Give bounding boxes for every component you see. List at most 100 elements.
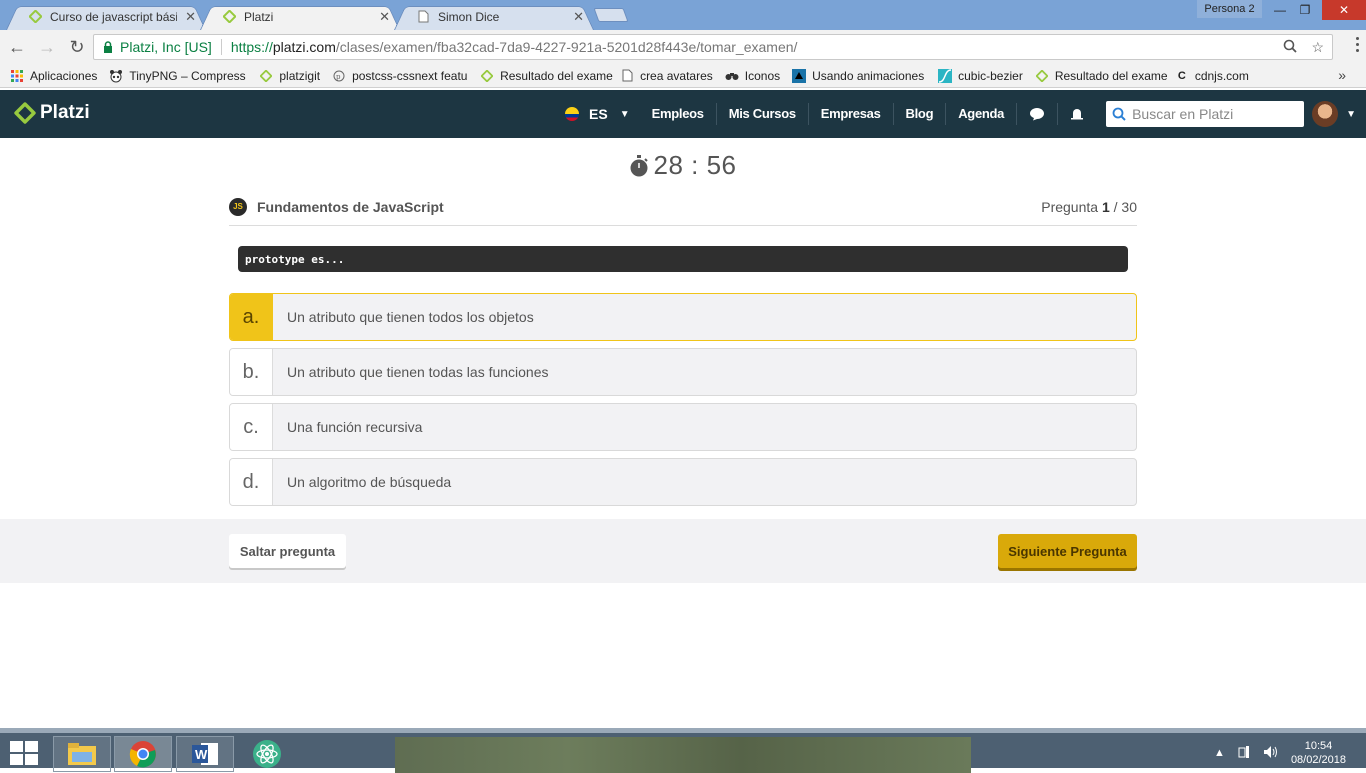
nav-empresas[interactable]: Empresas [809,103,894,125]
next-question-button[interactable]: Siguiente Pregunta [998,534,1137,568]
word-icon[interactable]: W [176,736,234,772]
nav-blog[interactable]: Blog [894,103,947,125]
apps-grid-icon [10,69,24,83]
bookmark-label: crea avatares [640,68,713,83]
platzi-icon [28,10,42,24]
chat-bubble-icon[interactable] [1017,103,1059,125]
timer-value: 28 : 56 [653,150,737,180]
lock-icon [100,41,116,53]
system-tray: ▲ 10:54 08/02/2018 [1214,737,1346,769]
language-selector[interactable]: ES ▼ [565,106,630,122]
bookmark-usando-animaciones[interactable]: Usando animaciones [786,64,932,88]
close-icon[interactable]: ✕ [573,9,584,25]
exam-panel: JS Fundamentos de JavaScript Pregunta 1 … [229,196,1137,513]
option-letter: a. [230,294,273,340]
chevron-down-icon[interactable]: ▼ [1346,109,1356,120]
question-code: prototype es... [238,246,1128,272]
bookmark-label: TinyPNG – Compress [129,68,246,83]
answer-option-a[interactable]: a. Un atributo que tienen todos los obje… [229,293,1137,341]
bookmark-postcss[interactable]: p postcss-cssnext featu [326,64,474,88]
volume-icon[interactable] [1263,745,1279,762]
bookmarks-bar: Aplicaciones TinyPNG – Compress platzigi… [0,64,1366,88]
bookmark-label: platzigit [279,68,321,83]
colombia-flag-icon [565,107,580,121]
more-bookmarks-icon[interactable]: » [1338,67,1346,83]
answer-option-c[interactable]: c. Una función recursiva [229,403,1137,451]
tab-platzi[interactable]: Platzi ✕ [200,3,400,31]
windows-start-icon[interactable] [10,741,38,765]
url-scheme: https:// [230,39,273,55]
site-header: Platzi ES ▼ Empleos Mis Cursos Empresas … [0,90,1366,138]
stopwatch-icon [630,154,649,176]
option-letter: b. [230,349,273,395]
page-icon [620,69,634,83]
bookmark-iconos[interactable]: Iconos [719,64,786,88]
notifications-icon[interactable] [1058,103,1096,125]
bookmark-platzigit[interactable]: platzigit [253,64,326,88]
counter-total: / 30 [1113,198,1137,215]
profile-button[interactable]: Persona 2 [1197,0,1262,18]
bookmark-resultado-examen-2[interactable]: Resultado del exame [1029,64,1169,88]
bookmark-label: Iconos [744,68,781,83]
exam-actions: Saltar pregunta Siguiente Pregunta [0,519,1366,583]
answer-options: a. Un atributo que tienen todos los obje… [229,293,1137,506]
bookmark-star-icon[interactable]: ☆ [1311,39,1324,56]
platzi-icon [480,69,494,83]
tab-title: Platzi [244,9,274,24]
binoculars-icon [725,69,739,83]
avatar[interactable] [1312,101,1339,127]
back-arrow-icon[interactable]: ← [4,34,30,60]
new-tab-button[interactable] [593,8,629,22]
windows-taskbar: W ▲ 10:54 08/02/2018 [0,728,1366,773]
chrome-icon[interactable] [114,736,172,772]
counter-current: 1 [1101,198,1110,215]
tab-curso-javascript[interactable]: Curso de javascript básico ✕ [6,3,206,31]
platzi-logo[interactable]: Platzi [14,102,90,124]
option-text: Un algoritmo de búsqueda [287,474,452,490]
option-letter: d. [230,459,273,505]
bookmark-tinypng[interactable]: TinyPNG – Compress [103,64,253,88]
counter-label: Pregunta [1041,198,1099,215]
bookmark-label: Resultado del exame [500,68,613,83]
tab-simon-dice[interactable]: Simon Dice ✕ [394,3,594,31]
system-clock[interactable]: 10:54 08/02/2018 [1291,739,1346,767]
platzi-icon [259,69,273,83]
bookmark-label: cubic-bezier [958,68,1023,83]
zoom-search-icon[interactable] [1283,39,1298,56]
bookmark-aplicaciones[interactable]: Aplicaciones [0,64,103,88]
course-row: JS Fundamentos de JavaScript Pregunta 1 … [229,196,1137,226]
bookmark-label: cdnjs.com [1194,68,1249,83]
forward-arrow-icon[interactable]: → [34,34,60,60]
clock-time: 10:54 [1304,740,1333,752]
bookmark-label: Usando animaciones [812,68,925,83]
javascript-badge-icon: JS [229,197,247,216]
atom-icon[interactable] [238,736,296,772]
search-input[interactable] [1132,106,1303,122]
page-icon [416,10,430,24]
bookmark-cdnjs[interactable]: C cdnjs.com [1169,64,1255,88]
reload-icon[interactable]: ↻ [64,34,90,60]
show-hidden-icons-icon[interactable]: ▲ [1214,747,1225,759]
site-identity[interactable]: Platzi, Inc [US] [120,39,212,55]
bookmark-label: Aplicaciones [30,68,98,83]
nav-empleos[interactable]: Empleos [640,103,717,125]
close-icon[interactable]: ✕ [185,9,196,25]
file-explorer-icon[interactable] [53,736,111,772]
skip-question-button[interactable]: Saltar pregunta [229,534,346,568]
answer-option-b[interactable]: b. Un atributo que tienen todas las func… [229,348,1137,396]
bookmark-label: postcss-cssnext featu [352,68,468,83]
nav-agenda[interactable]: Agenda [946,103,1018,125]
window-close-icon[interactable]: ✕ [1322,0,1366,20]
device-icon[interactable] [1237,745,1251,762]
bookmark-crea-avatares[interactable]: crea avatares [614,64,719,88]
answer-option-d[interactable]: d. Un algoritmo de búsqueda [229,458,1137,506]
bookmark-cubic-bezier[interactable]: cubic-bezier [932,64,1029,88]
chrome-menu-icon[interactable] [1356,37,1360,52]
close-icon[interactable]: ✕ [379,9,390,25]
panda-icon [109,69,123,83]
restore-icon[interactable]: ❐ [1290,0,1320,20]
address-bar[interactable]: Platzi, Inc [US] https:// platzi.com /cl… [93,34,1333,60]
nav-mis-cursos[interactable]: Mis Cursos [717,103,809,125]
divider [220,39,222,55]
bookmark-resultado-examen[interactable]: Resultado del exame [474,64,614,88]
